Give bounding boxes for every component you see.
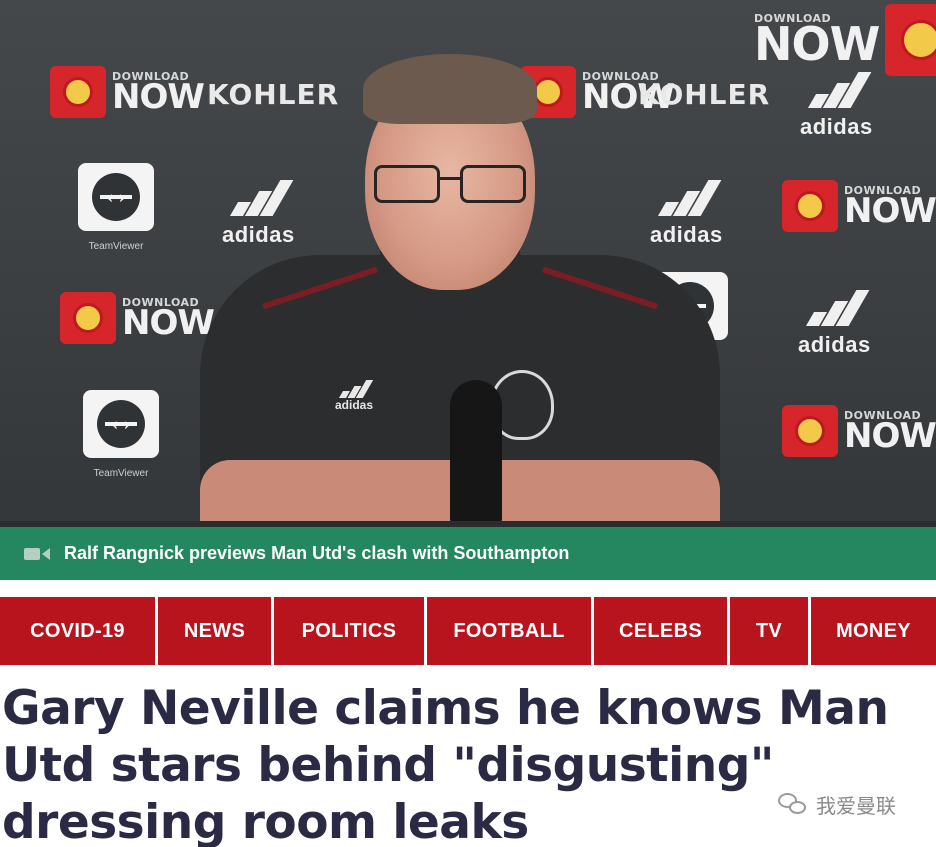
- man-utd-crest-icon: [60, 292, 116, 344]
- shirt-adidas-logo: adidas: [335, 380, 373, 412]
- watermark-text: 我爱曼联: [816, 796, 896, 818]
- nav-item-news[interactable]: NEWS: [158, 597, 271, 665]
- teamviewer-logo: TeamViewer: [83, 390, 159, 479]
- nav-item-politics[interactable]: POLITICS: [274, 597, 424, 665]
- wechat-icon: [778, 792, 808, 817]
- man-utd-crest-icon: [782, 405, 838, 457]
- speaker-hair: [363, 54, 537, 124]
- video-caption-text: Ralf Rangnick previews Man Utd's clash w…: [64, 543, 570, 563]
- man-utd-crest-icon: [885, 4, 936, 76]
- glasses-icon: [370, 165, 530, 205]
- shirt-adidas-wordmark: adidas: [335, 398, 374, 412]
- adidas-logo: adidas: [798, 290, 871, 358]
- download-now-sponsor: DOWNLOAD NOW: [754, 4, 936, 76]
- sponsor-download-big: NOW: [844, 415, 936, 456]
- video-player[interactable]: DOWNLOAD NOW KOHLER DOWNLOAD NOW KOHLER DO…: [0, 0, 936, 527]
- sponsor-download-small: DOWNLOAD: [844, 408, 922, 422]
- sponsor-download-small: DOWNLOAD: [754, 12, 832, 26]
- video-caption-bar[interactable]: Ralf Rangnick previews Man Utd's clash w…: [0, 527, 936, 580]
- nav-item-covid-19[interactable]: COVID-19: [0, 597, 155, 665]
- adidas-logo: adidas: [800, 72, 873, 140]
- press-conference-speaker: adidas: [180, 40, 740, 527]
- wechat-watermark: 我爱曼联: [778, 790, 896, 819]
- teamviewer-arrows-icon: [92, 173, 140, 221]
- download-now-sponsor: DOWNLOAD NOW: [782, 405, 936, 457]
- teamviewer-label: TeamViewer: [93, 468, 149, 479]
- teamviewer-logo: TeamViewer: [78, 163, 154, 252]
- article-headline[interactable]: Gary Neville claims he knows Man Utd sta…: [2, 680, 922, 847]
- microphone-icon: [450, 380, 502, 525]
- section-nav: COVID-19 NEWS POLITICS FOOTBALL CELEBS T…: [0, 597, 936, 665]
- adidas-wordmark: adidas: [800, 114, 873, 139]
- nav-item-tv[interactable]: TV: [730, 597, 808, 665]
- nav-item-money[interactable]: MONEY: [811, 597, 936, 665]
- sponsor-download-small: DOWNLOAD: [844, 183, 922, 197]
- man-utd-crest-icon: [50, 66, 106, 118]
- nav-item-football[interactable]: FOOTBALL: [427, 597, 591, 665]
- nav-item-celebs[interactable]: CELEBS: [594, 597, 727, 665]
- sponsor-download-big: NOW: [754, 17, 880, 72]
- adidas-wordmark: adidas: [798, 332, 871, 357]
- teamviewer-arrows-icon: [97, 400, 145, 448]
- man-utd-crest-icon: [782, 180, 838, 232]
- video-camera-icon: [24, 547, 50, 560]
- sponsor-download-big: NOW: [844, 190, 936, 231]
- teamviewer-label: TeamViewer: [88, 241, 144, 252]
- download-now-sponsor: DOWNLOAD NOW: [782, 180, 936, 232]
